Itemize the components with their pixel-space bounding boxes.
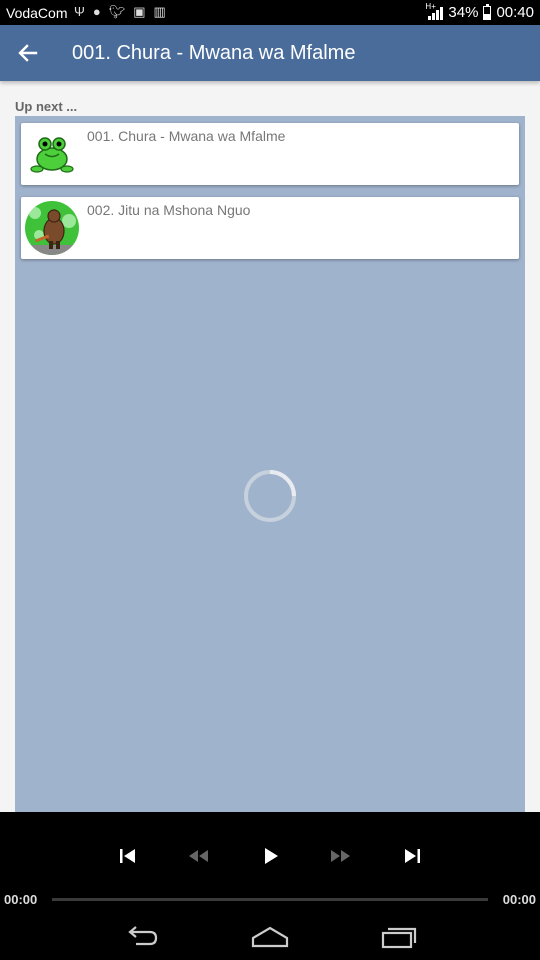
signal-icon: H+ [425, 2, 444, 20]
queue-item-title: 001. Chura - Mwana wa Mfalme [87, 128, 286, 144]
wifi-icon: ▣ [133, 4, 146, 19]
queue-item-title: 002. Jitu na Mshona Nguo [87, 202, 251, 218]
back-arrow-icon[interactable] [14, 39, 42, 67]
media-player: 00:00 00:00 [0, 812, 540, 916]
queue-item[interactable]: 001. Chura - Mwana wa Mfalme [21, 123, 519, 185]
seek-bar[interactable] [52, 898, 488, 901]
nav-back-icon[interactable] [122, 924, 162, 952]
skip-previous-icon[interactable] [116, 844, 140, 868]
storage-icon: ▥ [153, 4, 166, 19]
total-duration: 00:00 [502, 892, 536, 907]
frog-thumbnail [25, 127, 79, 181]
skip-next-icon[interactable] [400, 844, 424, 868]
clock: 00:40 [496, 4, 534, 21]
system-navigation-bar [0, 916, 540, 960]
usb-icon: Ψ [74, 4, 85, 19]
loading-spinner-icon [243, 469, 297, 523]
player-controls [0, 844, 540, 868]
twitter-icon: 🐦︎ [108, 4, 126, 19]
elapsed-time: 00:00 [4, 892, 38, 907]
battery-percentage: 34% [448, 4, 479, 21]
app-bar: 001. Chura - Mwana wa Mfalme [0, 25, 540, 81]
page-title: 001. Chura - Mwana wa Mfalme [72, 42, 356, 64]
play-icon[interactable] [258, 844, 282, 868]
system-status: H+ 34% 00:40 [425, 2, 534, 21]
notification-icons: Ψ ● 🐦︎ ▣ ▥ [74, 4, 166, 20]
network-type-label: H+ [425, 2, 436, 11]
nav-home-icon[interactable] [250, 924, 290, 952]
giant-thumbnail [25, 201, 79, 255]
carrier-name: VodaCom [6, 5, 68, 21]
music-notification-icon: ● [92, 4, 101, 19]
nav-recents-icon[interactable] [380, 924, 420, 952]
rewind-icon[interactable] [186, 844, 210, 868]
fast-forward-icon[interactable] [329, 844, 353, 868]
up-next-heading: Up next ... [15, 99, 78, 114]
queue-item[interactable]: 002. Jitu na Mshona Nguo [21, 197, 519, 259]
queue-panel: 001. Chura - Mwana wa Mfalme 002. Jitu n… [15, 116, 525, 812]
status-bar: VodaCom Ψ ● 🐦︎ ▣ ▥ H+ 34% 00:40 [0, 0, 540, 25]
battery-icon [483, 3, 492, 20]
